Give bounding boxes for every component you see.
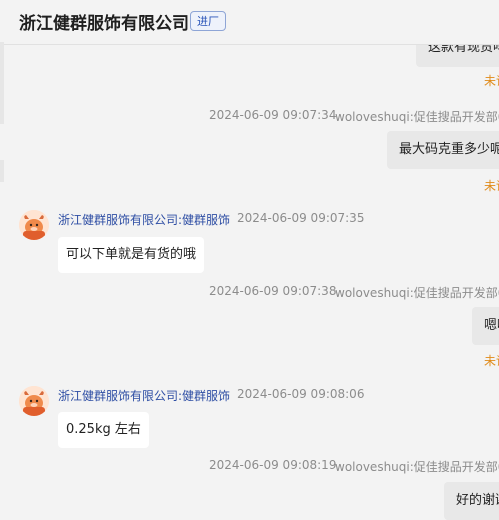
read-status: 未读 [484, 74, 499, 88]
message-timestamp: 2024-06-09 09:08:19 [209, 458, 337, 472]
message-bubble[interactable]: 最大码克重多少呢 [387, 131, 499, 169]
read-status: 未读 [484, 179, 499, 193]
message-sender: 浙江健群服饰有限公司:健群服饰 [58, 213, 231, 227]
read-status: 未读 [484, 354, 499, 368]
message-sender: woloveshuqi:促佳搜品开发部0 [335, 460, 499, 474]
chat-message-list[interactable]: 这款有现货吗 未读 2024-06-09 09:07:34 woloveshuq… [4, 29, 499, 520]
message-sender: 浙江健群服饰有限公司:健群服饰 [58, 389, 231, 403]
message-sender: woloveshuqi:促佳搜品开发部0 [335, 286, 499, 300]
message-timestamp: 2024-06-09 09:07:38 [209, 284, 337, 298]
chat-header: 浙江健群服饰有限公司 进厂 [4, 0, 499, 45]
message-timestamp: 2024-06-09 09:07:35 [237, 211, 365, 225]
message-timestamp: 2024-06-09 09:08:06 [237, 387, 365, 401]
cow-avatar-icon[interactable] [19, 386, 49, 416]
message-bubble[interactable]: 可以下单就是有货的哦 [58, 237, 205, 273]
cow-avatar-icon[interactable] [19, 210, 49, 240]
page-title: 浙江健群服饰有限公司 [19, 14, 189, 34]
message-timestamp: 2024-06-09 09:07:34 [209, 108, 337, 122]
status-badge[interactable]: 进厂 [190, 11, 226, 31]
message-bubble[interactable]: 好的谢谢 [444, 482, 499, 520]
message-bubble[interactable]: 0.25kg 左右 [58, 412, 149, 448]
message-sender: woloveshuqi:促佳搜品开发部0 [335, 110, 499, 124]
message-bubble[interactable]: 嗯呢 [472, 307, 499, 345]
